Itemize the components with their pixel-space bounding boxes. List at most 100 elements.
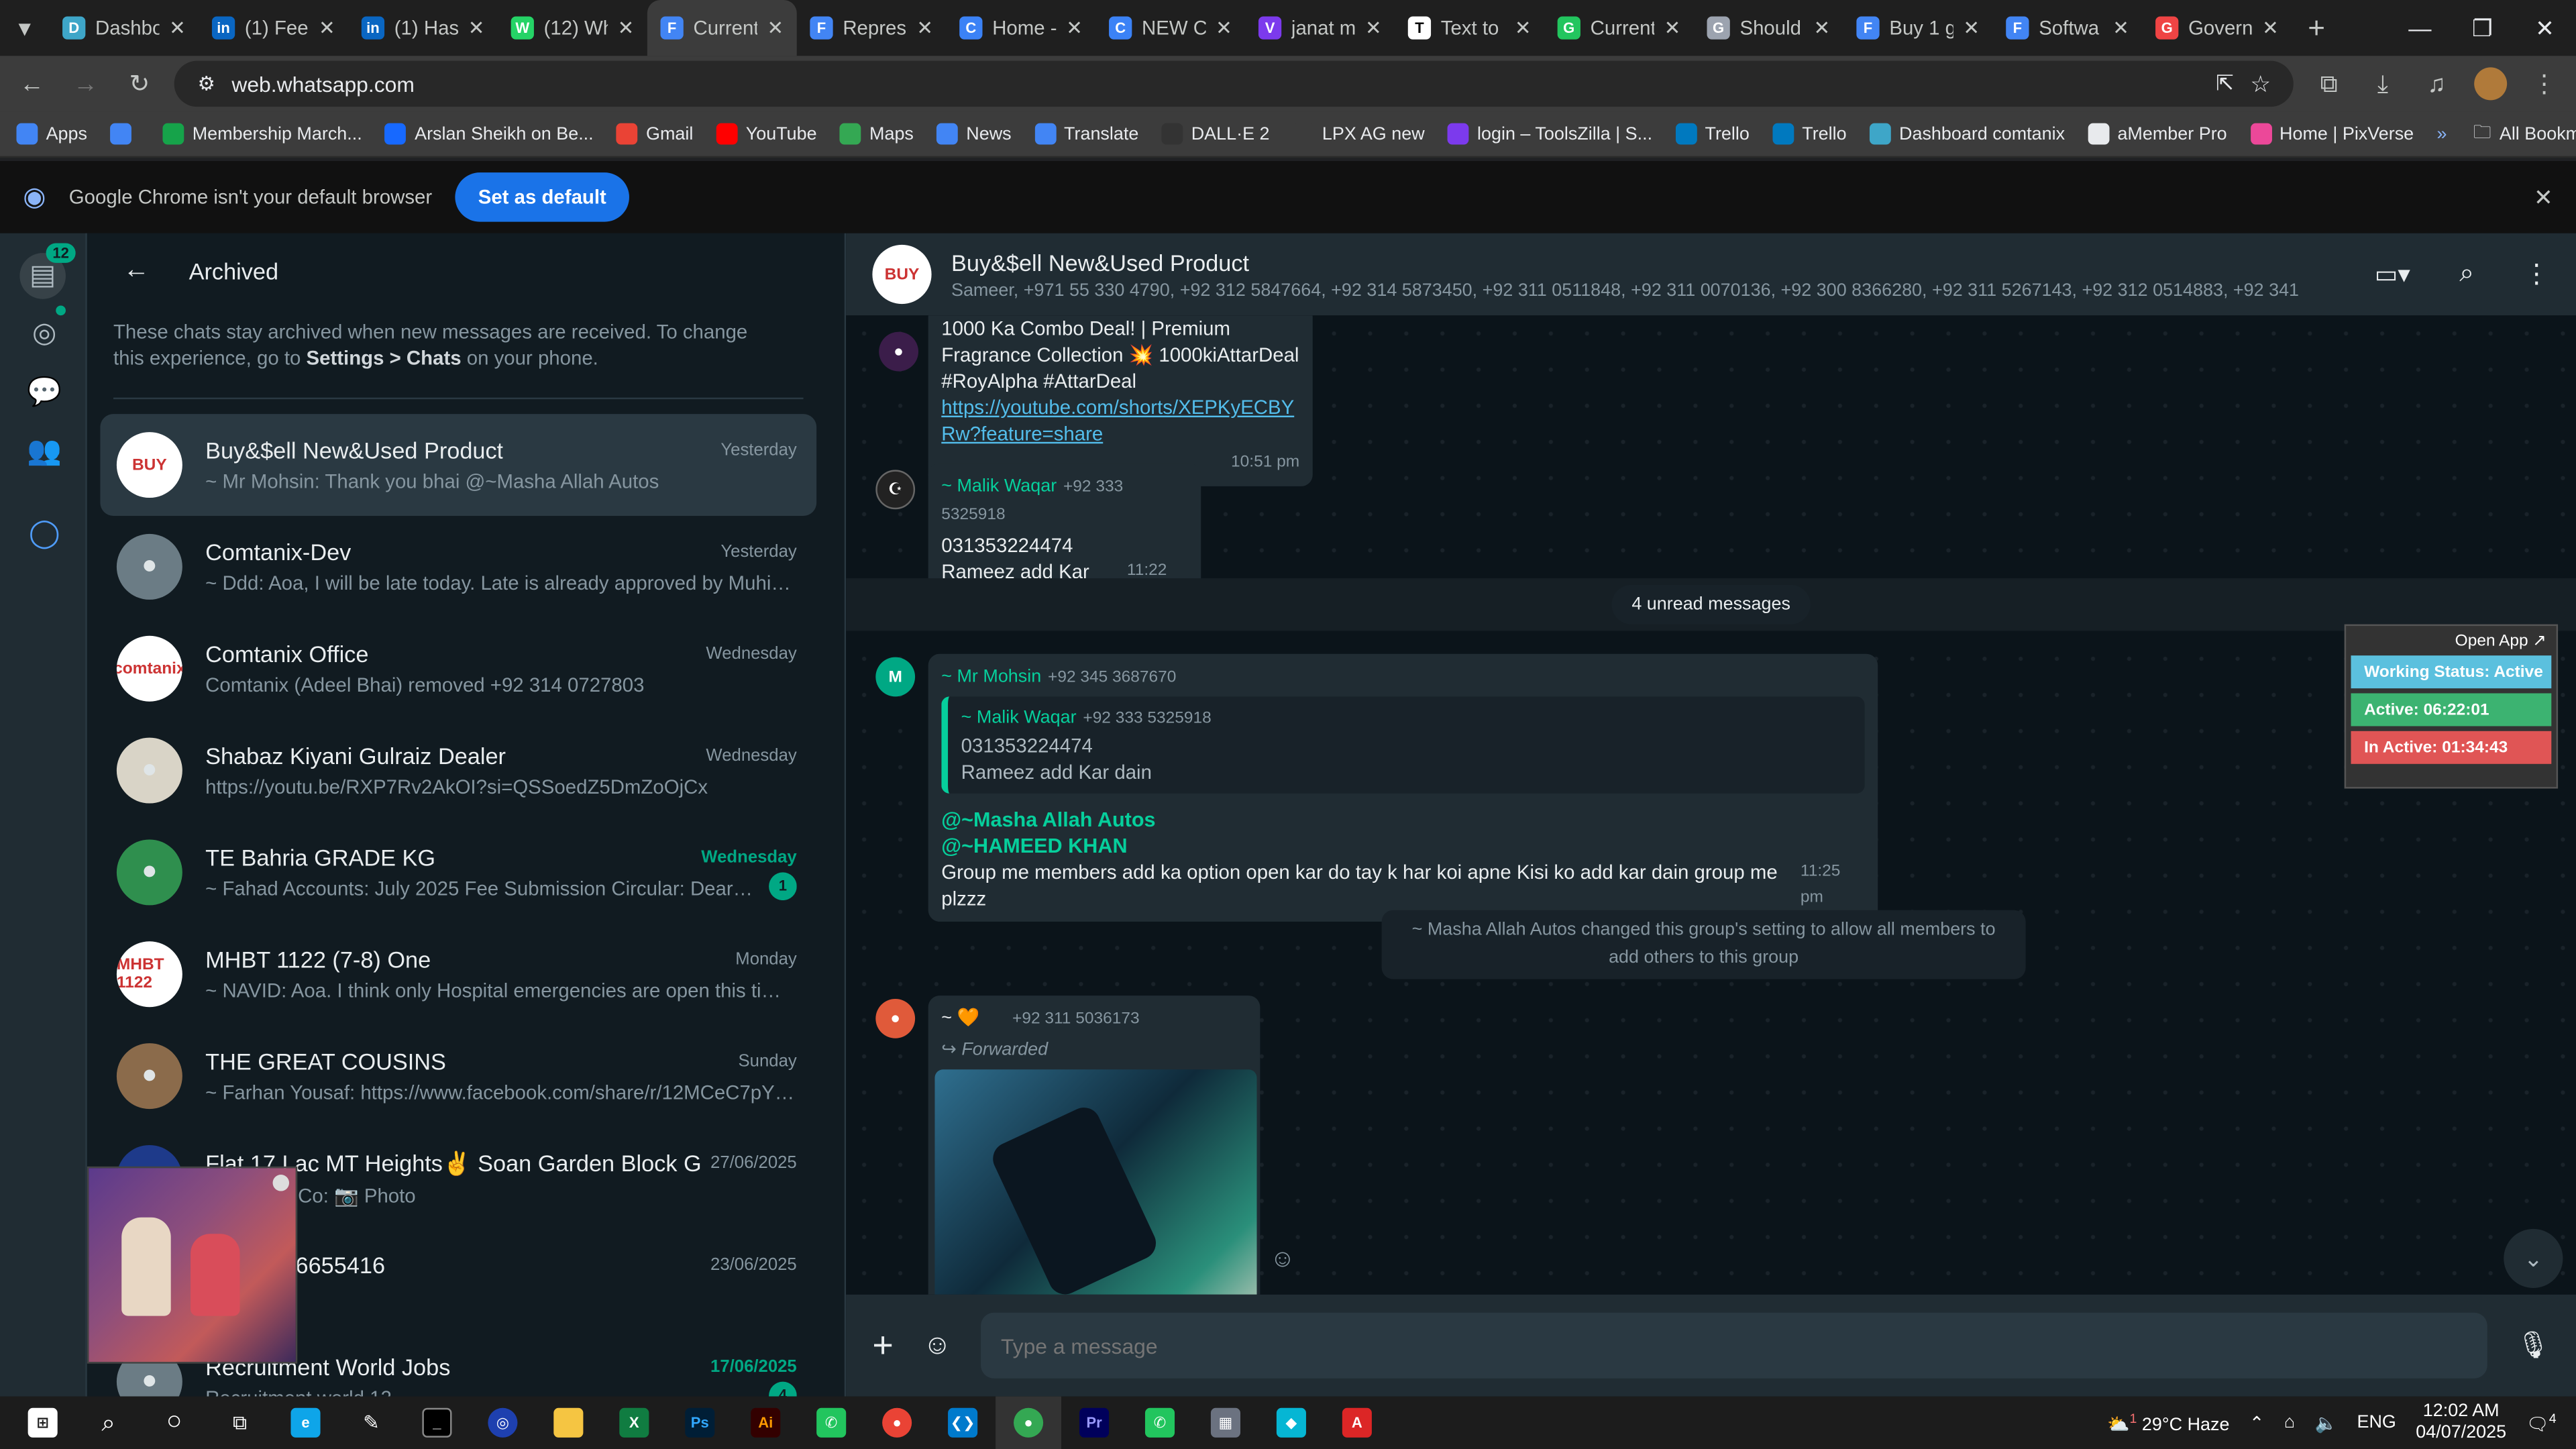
edge-icon[interactable]: e bbox=[273, 1397, 339, 1449]
back-icon[interactable]: ← bbox=[13, 64, 51, 104]
teal-app-icon[interactable]: ◆ bbox=[1258, 1397, 1324, 1449]
microphone-icon[interactable]: 🎙 bbox=[2516, 1329, 2550, 1362]
browser-tab[interactable]: T Text to ✕ bbox=[1395, 0, 1544, 56]
browser-tab[interactable]: F Buy 1 g ✕ bbox=[1843, 0, 1993, 56]
tab-close-icon[interactable]: ✕ bbox=[1515, 16, 1532, 39]
tab-close-icon[interactable]: ✕ bbox=[618, 16, 635, 39]
bookmark-item[interactable]: YouTube bbox=[716, 123, 817, 145]
chrome-taskbar-icon[interactable]: ● bbox=[864, 1397, 930, 1449]
tray-chevron-icon[interactable]: ⌃ bbox=[2249, 1412, 2265, 1433]
app-red-icon[interactable]: ◎ bbox=[470, 1397, 535, 1449]
chat-avatar[interactable]: ● bbox=[116, 737, 182, 804]
tab-close-icon[interactable]: ✕ bbox=[2112, 16, 2129, 39]
menu-icon[interactable]: ⋮ bbox=[2524, 258, 2550, 290]
pen-icon[interactable]: ✎ bbox=[338, 1397, 404, 1449]
tab-close-icon[interactable]: ✕ bbox=[468, 16, 485, 39]
status-icon[interactable]: ◎ bbox=[23, 312, 66, 355]
bookmark-star-icon[interactable]: ☆ bbox=[2250, 70, 2271, 98]
chat-row[interactable]: comtanix Comtanix Office Wednesday Comtanix… bbox=[100, 618, 816, 720]
calculator-icon[interactable]: ▦ bbox=[1193, 1397, 1258, 1449]
pdf-icon[interactable]: A bbox=[1324, 1397, 1390, 1449]
browser-tab[interactable]: G Govern ✕ bbox=[2142, 0, 2292, 56]
picture-in-picture-video[interactable] bbox=[87, 1166, 298, 1364]
set-as-default-button[interactable]: Set as default bbox=[455, 172, 630, 222]
bookmark-item[interactable]: Membership March... bbox=[162, 123, 362, 145]
all-bookmarks[interactable]: 🗀All Bookmarks bbox=[2473, 118, 2576, 150]
message-input[interactable] bbox=[981, 1312, 2487, 1379]
green-app2-icon[interactable]: ✆ bbox=[1127, 1397, 1193, 1449]
browser-tab[interactable]: G Current ✕ bbox=[1544, 0, 1694, 56]
browser-tab[interactable]: D Dashbo ✕ bbox=[49, 0, 199, 56]
quoted-message[interactable]: ~ Malik Waqar +92 333 5325918 03135322447… bbox=[941, 696, 1865, 794]
conversation-header[interactable]: BUY Buy&$ell New&Used Product Sameer, +9… bbox=[846, 233, 2576, 316]
search-icon[interactable]: ⌕ bbox=[2459, 260, 2474, 289]
sender-avatar[interactable]: ☪ bbox=[875, 470, 916, 510]
sender-avatar[interactable]: M bbox=[875, 657, 916, 697]
browser-tab[interactable]: C NEW C ✕ bbox=[1095, 0, 1245, 56]
green-app-icon[interactable]: ✆ bbox=[798, 1397, 864, 1449]
tab-close-icon[interactable]: ✕ bbox=[169, 16, 186, 39]
minimize-icon[interactable]: — bbox=[2389, 0, 2451, 56]
install-app-icon[interactable]: ⇱ bbox=[2216, 70, 2234, 97]
bookmark-item[interactable]: Dashboard comtanix bbox=[1869, 123, 2065, 145]
meta-ai-icon[interactable]: ◯ bbox=[23, 513, 66, 555]
browser-tab[interactable]: F Repres ✕ bbox=[797, 0, 947, 56]
menu-icon[interactable]: ⋮ bbox=[2526, 64, 2563, 104]
speaker-icon[interactable]: 🔈 bbox=[2315, 1412, 2338, 1433]
bookmark-item[interactable]: Home | PixVerse bbox=[2249, 123, 2414, 145]
tab-close-icon[interactable]: ✕ bbox=[767, 16, 784, 39]
chrome-active-icon[interactable]: ● bbox=[996, 1396, 1062, 1449]
vscode-icon[interactable]: ❮❯ bbox=[930, 1397, 996, 1449]
new-tab-icon[interactable]: + bbox=[2292, 8, 2341, 48]
pip-control-icon[interactable] bbox=[272, 1175, 290, 1191]
address-bar[interactable]: ⚙ web.whatsapp.com ⇱ ☆ bbox=[174, 60, 2294, 107]
banner-close-icon[interactable]: ✕ bbox=[2534, 183, 2553, 211]
illustrator-icon[interactable]: Ai bbox=[733, 1397, 798, 1449]
start-icon[interactable]: ⊞ bbox=[10, 1397, 76, 1449]
browser-tab[interactable]: C Home - ✕ bbox=[947, 0, 1096, 56]
site-info-icon[interactable]: ⚙ bbox=[197, 72, 215, 95]
language[interactable]: ENG bbox=[2357, 1413, 2396, 1432]
tab-search-icon[interactable]: ▾ bbox=[0, 8, 49, 48]
reload-icon[interactable]: ↻ bbox=[121, 64, 158, 104]
open-app-link[interactable]: Open App ↗ bbox=[2346, 626, 2556, 651]
tab-close-icon[interactable]: ✕ bbox=[1216, 16, 1232, 39]
bookmark-item[interactable] bbox=[110, 123, 140, 145]
sender-avatar[interactable]: ● bbox=[879, 331, 918, 372]
sender-avatar[interactable]: ● bbox=[875, 998, 916, 1038]
restore-icon[interactable]: ❐ bbox=[2451, 0, 2514, 56]
more-bookmarks-icon[interactable]: » bbox=[2436, 124, 2447, 144]
bookmark-item[interactable]: Maps bbox=[839, 123, 914, 145]
youtube-link[interactable]: https://youtube.com/shorts/XEPKyECBYRw?f… bbox=[941, 394, 1299, 447]
task-view-icon[interactable]: ⧉ bbox=[207, 1397, 273, 1449]
cortana-icon[interactable]: ○ bbox=[142, 1397, 207, 1449]
chat-avatar[interactable]: BUY bbox=[116, 432, 182, 498]
tab-close-icon[interactable]: ✕ bbox=[1664, 16, 1681, 39]
bookmark-item[interactable]: DALL·E 2 bbox=[1161, 123, 1270, 145]
notifications-icon[interactable]: 🗨4 bbox=[2526, 1411, 2557, 1435]
chat-avatar[interactable]: ● bbox=[116, 533, 182, 600]
terminal-icon[interactable]: _ bbox=[404, 1397, 470, 1449]
file-explorer-icon[interactable] bbox=[535, 1397, 601, 1449]
browser-tab[interactable]: F Current ✕ bbox=[647, 0, 797, 56]
bookmark-item[interactable]: LPX AG new bbox=[1292, 123, 1425, 145]
mention[interactable]: @~HAMEED KHAN bbox=[941, 833, 1864, 859]
media-icon[interactable]: ♫ bbox=[2418, 64, 2455, 104]
message-bubble[interactable]: 1000 Ka Combo Deal! | Premium Fragrance … bbox=[928, 315, 1313, 486]
search-taskbar-icon[interactable]: ⌕ bbox=[76, 1397, 142, 1449]
weather[interactable]: ⛅1 29°C Haze bbox=[2107, 1411, 2230, 1435]
bookmark-item[interactable]: Trello bbox=[1772, 123, 1847, 145]
bookmark-item[interactable]: News bbox=[936, 123, 1012, 145]
bookmark-item[interactable]: Translate bbox=[1034, 123, 1138, 145]
bookmark-item[interactable]: Arslan Sheikh on Be... bbox=[385, 123, 594, 145]
profile-avatar[interactable] bbox=[2472, 64, 2510, 104]
chat-avatar[interactable]: ● bbox=[116, 839, 182, 906]
browser-tab[interactable]: in (1) Has ✕ bbox=[348, 0, 498, 56]
bookmark-item[interactable]: aMember Pro bbox=[2088, 123, 2227, 145]
tab-close-icon[interactable]: ✕ bbox=[1814, 16, 1831, 39]
message-bubble[interactable]: ~ 🧡 +92 311 5036173 ↪ Forwarded bbox=[928, 996, 1260, 1295]
communities-icon[interactable]: 👥 bbox=[23, 431, 66, 474]
browser-tab[interactable]: in (1) Fee ✕ bbox=[199, 0, 348, 56]
chat-row[interactable]: MHBT 1122 MHBT 1122 (7-8) One Monday ~ NAVI… bbox=[100, 923, 816, 1025]
close-window-icon[interactable]: ✕ bbox=[2514, 0, 2576, 56]
